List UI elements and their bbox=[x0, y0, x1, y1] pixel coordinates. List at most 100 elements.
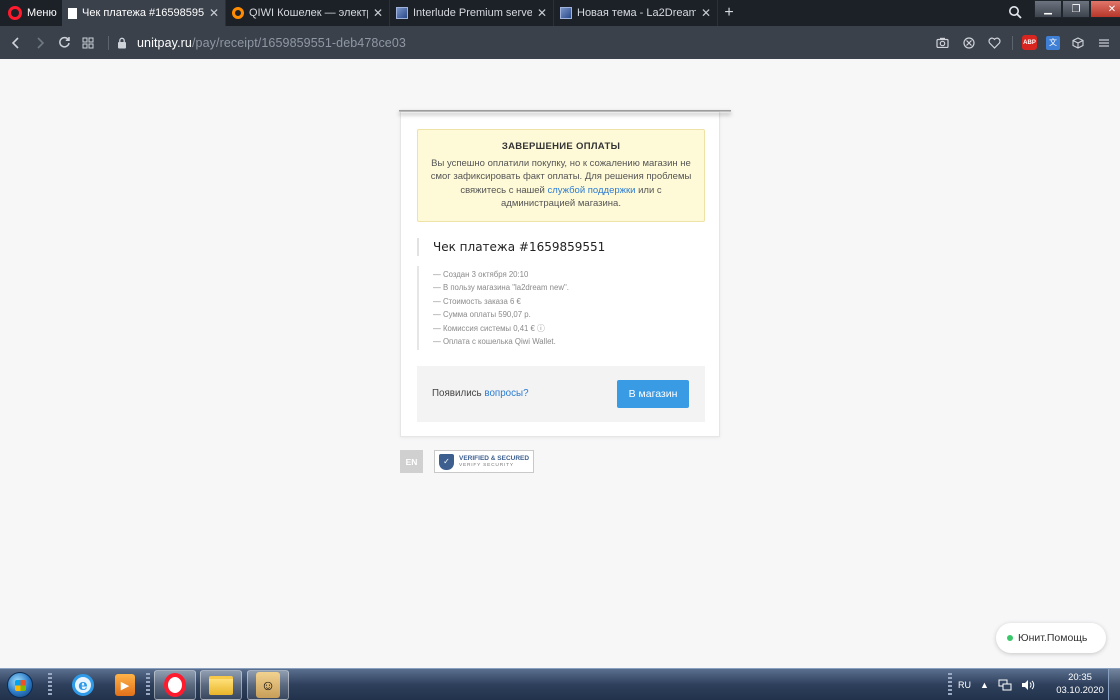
taskbar-grip[interactable] bbox=[48, 673, 52, 697]
close-window-button[interactable]: ✕ bbox=[1090, 0, 1120, 18]
input-language[interactable]: RU bbox=[958, 680, 971, 690]
verified-main-text: VERIFIED & SECURED bbox=[459, 454, 530, 462]
tab-title: QIWI Кошелек — электронн bbox=[249, 7, 368, 19]
translate-icon[interactable]: 文 bbox=[1046, 35, 1060, 50]
opera-menu-button[interactable]: Меню bbox=[0, 0, 62, 26]
close-icon[interactable]: ✕ bbox=[373, 6, 383, 20]
receipt-details: — Создан 3 октября 20:10 — В пользу мага… bbox=[417, 266, 697, 351]
reload-button[interactable] bbox=[52, 31, 76, 55]
detail-commission: — Комиссия системы 0,41 € ⓘ bbox=[433, 323, 545, 333]
page-content: ЗАВЕРШЕНИЕ ОПЛАТЫ Вы успешно оплатили по… bbox=[0, 59, 1120, 668]
separator bbox=[108, 35, 109, 50]
tab-title: Чек платежа #1659859551 bbox=[82, 7, 204, 19]
tab-search-icon[interactable] bbox=[1008, 5, 1022, 19]
detail-paid-amount: — Сумма оплаты 590,07 р. bbox=[433, 310, 531, 320]
heart-icon[interactable] bbox=[986, 34, 1003, 51]
back-to-shop-button[interactable]: В магазин bbox=[617, 380, 689, 408]
document-icon bbox=[68, 7, 77, 19]
clock-time: 20:35 bbox=[1068, 672, 1092, 683]
qiwi-icon bbox=[232, 7, 244, 19]
close-icon[interactable]: ✕ bbox=[209, 6, 219, 20]
help-chat-button[interactable]: Юнит.Помощь bbox=[996, 623, 1106, 653]
opera-menu-label: Меню bbox=[27, 7, 57, 19]
tab-qiwi[interactable]: QIWI Кошелек — электронн ✕ bbox=[226, 0, 390, 26]
detail-payment-method: — Оплата с кошелька Qiwi Wallet. bbox=[433, 337, 556, 347]
detail-order-cost: — Стоимость заказа 6 € bbox=[433, 296, 521, 306]
back-button[interactable] bbox=[4, 31, 28, 55]
show-desktop-button[interactable] bbox=[1108, 669, 1120, 700]
volume-icon[interactable] bbox=[1021, 679, 1035, 691]
adblock-shield-icon[interactable] bbox=[960, 34, 977, 51]
help-chat-label: Юнит.Помощь bbox=[1018, 632, 1088, 644]
network-icon[interactable] bbox=[998, 679, 1012, 691]
media-player-icon: ▶ bbox=[115, 674, 135, 696]
url-field[interactable]: unitpay.ru/pay/receipt/1659859551-deb478… bbox=[137, 36, 406, 50]
taskbar-grip[interactable] bbox=[146, 673, 150, 697]
camera-icon[interactable] bbox=[934, 34, 951, 51]
receipt-footer: Появились вопросы? В магазин bbox=[417, 366, 705, 422]
taskbar-grip[interactable] bbox=[948, 673, 952, 697]
url-host: unitpay.ru bbox=[137, 35, 192, 50]
url-path: /pay/receipt/1659859551-deb478ce03 bbox=[191, 35, 406, 50]
card-top-shadow bbox=[399, 110, 731, 113]
maximize-button[interactable]: ❐ bbox=[1062, 0, 1090, 18]
back-icon bbox=[11, 36, 19, 49]
opera-logo-icon bbox=[8, 6, 22, 20]
opera-icon bbox=[164, 673, 186, 697]
start-button[interactable] bbox=[3, 669, 37, 700]
close-icon[interactable]: ✕ bbox=[537, 6, 547, 20]
grid-icon bbox=[82, 37, 94, 48]
taskbar-internet-explorer[interactable]: e bbox=[62, 670, 104, 700]
taskbar-game-client[interactable]: ☺ bbox=[247, 670, 289, 700]
l2-icon bbox=[396, 7, 408, 19]
l2-icon bbox=[560, 7, 572, 19]
verified-text: VERIFIED & SECURED VERIFY SECURITY bbox=[459, 455, 529, 469]
taskbar-explorer[interactable] bbox=[200, 670, 242, 700]
questions-text: Появились вопросы? bbox=[432, 388, 529, 399]
browser-tab-bar: Меню Чек платежа #1659859551 ✕ QIWI Коше… bbox=[0, 0, 1120, 26]
detail-shop: — В пользу магазина "la2dream new". bbox=[433, 283, 569, 293]
notice-body: Вы успешно оплатили покупку, но к сожале… bbox=[426, 157, 696, 211]
tray-expand-icon[interactable]: ▲ bbox=[980, 680, 989, 690]
close-icon[interactable]: ✕ bbox=[701, 6, 711, 20]
shield-icon: ✓ bbox=[439, 453, 454, 470]
adblock-plus-icon[interactable]: ABP bbox=[1022, 35, 1037, 50]
online-status-icon bbox=[1007, 635, 1013, 641]
folder-icon bbox=[209, 675, 233, 695]
support-link[interactable]: службой поддержки bbox=[547, 185, 635, 196]
verified-secured-badge[interactable]: ✓ VERIFIED & SECURED VERIFY SECURITY bbox=[434, 450, 534, 473]
taskbar-media-player[interactable]: ▶ bbox=[104, 670, 146, 700]
questions-label: Появились bbox=[432, 388, 485, 399]
detail-created: — Создан 3 октября 20:10 bbox=[433, 270, 529, 279]
windows-logo-icon bbox=[7, 672, 33, 698]
internet-explorer-icon: e bbox=[72, 674, 94, 696]
minimize-button[interactable]: ▁ bbox=[1034, 0, 1062, 18]
receipt-title: Чек платежа #1659859551 bbox=[417, 238, 605, 256]
lock-icon[interactable] bbox=[117, 37, 127, 49]
system-clock[interactable]: 20:35 03.10.2020 bbox=[1050, 671, 1110, 697]
tab-interlude[interactable]: Interlude Premium server ✕ bbox=[390, 0, 554, 26]
forward-icon bbox=[37, 36, 45, 49]
speed-dial-button[interactable] bbox=[76, 31, 100, 55]
system-tray: RU ▲ bbox=[958, 669, 1035, 700]
questions-link[interactable]: вопросы? bbox=[484, 388, 528, 399]
tab-title: Interlude Premium server bbox=[413, 7, 532, 19]
payment-notice: ЗАВЕРШЕНИЕ ОПЛАТЫ Вы успешно оплатили по… bbox=[417, 129, 705, 222]
notice-title: ЗАВЕРШЕНИЕ ОПЛАТЫ bbox=[501, 141, 621, 152]
taskbar-opera[interactable] bbox=[154, 670, 196, 700]
forward-button[interactable] bbox=[28, 31, 52, 55]
language-button[interactable]: EN bbox=[400, 450, 423, 473]
game-character-icon: ☺ bbox=[256, 672, 280, 698]
address-bar: unitpay.ru/pay/receipt/1659859551-deb478… bbox=[0, 26, 1120, 59]
clock-date: 03.10.2020 bbox=[1056, 685, 1104, 696]
verified-sub-text: VERIFY SECURITY bbox=[459, 462, 514, 468]
tab-la2dream-forum[interactable]: Новая тема - La2Dream Fo ✕ bbox=[554, 0, 718, 26]
address-bar-actions: ABP 文 bbox=[934, 26, 1112, 59]
reload-icon bbox=[58, 36, 70, 48]
separator bbox=[1012, 35, 1013, 50]
cube-icon[interactable] bbox=[1069, 34, 1086, 51]
easy-setup-icon[interactable] bbox=[1095, 34, 1112, 51]
tab-title: Новая тема - La2Dream Fo bbox=[577, 7, 696, 19]
tab-receipt[interactable]: Чек платежа #1659859551 ✕ bbox=[62, 0, 226, 26]
new-tab-button[interactable]: + bbox=[718, 0, 740, 26]
